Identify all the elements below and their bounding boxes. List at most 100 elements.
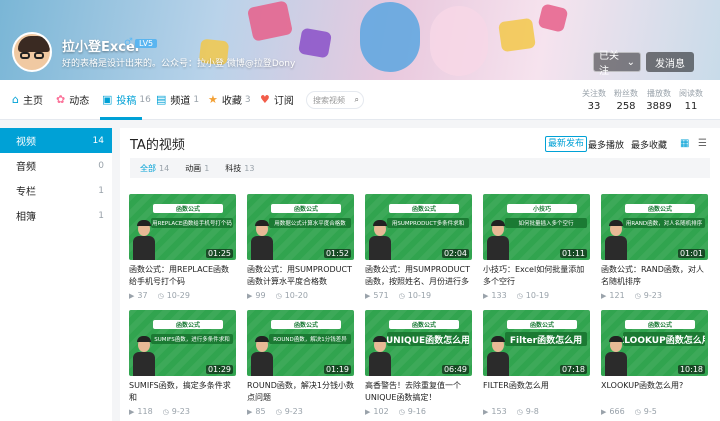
video-card[interactable]: 函数公式 SUMIFS函数，进行多条件求和 01:29 SUMIFS函数，搞定多条件求… xyxy=(129,310,236,416)
video-card[interactable]: 函数公式 用RAND函数，对人名随机排序 01:01 函数公式：RAND函数，对人名随… xyxy=(601,194,708,300)
video-title[interactable]: SUMIFS函数，搞定多条件求和 xyxy=(129,380,236,404)
clock-icon: ◷ xyxy=(398,291,405,300)
filter-all[interactable]: 全部 14 xyxy=(140,163,169,174)
video-duration: 01:29 xyxy=(205,365,233,374)
video-thumbnail[interactable]: 函数公式 SUMIFS函数，进行多条件求和 01:29 xyxy=(129,310,236,376)
follow-button[interactable]: 已关注 ⌄ xyxy=(593,51,641,77)
sort-most-favorited[interactable]: 最多收藏 xyxy=(631,138,667,151)
follow-button-label: 已关注 xyxy=(599,51,619,77)
sidebar-item-count: 1 xyxy=(98,210,104,221)
play-count: 121 xyxy=(609,291,625,300)
sidebar-item-articles[interactable]: 专栏 1 xyxy=(0,178,112,203)
video-thumbnail[interactable]: 小技巧 如何批量插入多个空行 01:11 xyxy=(483,194,590,260)
stat-value: 11 xyxy=(684,101,698,112)
filter-tech[interactable]: 科技 13 xyxy=(225,163,254,174)
tab-home[interactable]: ⌂ 主页 xyxy=(12,92,43,107)
clock-icon: ◷ xyxy=(516,407,523,416)
tab-videos[interactable]: ▣ 投稿 16 xyxy=(102,92,151,107)
video-title[interactable]: XLOOKUP函数怎么用? xyxy=(601,380,708,404)
thumbnail-tag: 函数公式 xyxy=(271,204,341,213)
thumbnail-tag: 函数公式 xyxy=(153,320,223,329)
video-thumbnail[interactable]: 函数公式 用REPLACE函数给手机号打个码 01:25 xyxy=(129,194,236,260)
avatar[interactable] xyxy=(12,32,52,72)
video-title[interactable]: FILTER函数怎么用 xyxy=(483,380,590,404)
sort-newest[interactable]: 最新发布 xyxy=(545,136,588,152)
tab-favorites[interactable]: ★ 收藏 3 xyxy=(208,92,251,107)
sidebar-item-count: 1 xyxy=(98,185,104,196)
grid-view-icon[interactable]: ▦ xyxy=(680,138,689,149)
play-count-icon: ▶ xyxy=(365,407,371,416)
video-thumbnail[interactable]: 函数公式 XLOOKUP函数怎么用 10:18 xyxy=(601,310,708,376)
video-card[interactable]: 函数公式 UNIQUE函数怎么用 06:49 高香警告！去除重复值一个UNIQUE函数… xyxy=(365,310,472,416)
video-card[interactable]: 函数公式 ROUND函数，解决1分钱差异 01:19 ROUND函数，解决1分钱小数点… xyxy=(247,310,354,416)
video-title[interactable]: 小技巧：Excel如何批量添加多个空行 xyxy=(483,264,590,288)
video-thumbnail[interactable]: 函数公式 UNIQUE函数怎么用 06:49 xyxy=(365,310,472,376)
video-thumbnail[interactable]: 函数公式 用RAND函数，对人名随机排序 01:01 xyxy=(601,194,708,260)
presenter-figure xyxy=(369,218,391,260)
video-title[interactable]: 函数公式：用SUMPRODUCT函数，按照姓名、月份进行多条件求 xyxy=(365,264,472,288)
stat-plays: 播放数 3889 xyxy=(642,88,676,112)
category-filter: 全部 14 动画 1 科技 13 xyxy=(130,158,710,178)
stat-following[interactable]: 关注数 33 xyxy=(577,88,611,112)
profile-nav: ⌂ 主页 ✿ 动态 ▣ 投稿 16 ▤ 频道 1 ★ 收藏 3 ♥ 订阅 搜索视… xyxy=(0,80,720,120)
tab-channels[interactable]: ▤ 频道 1 xyxy=(156,92,199,107)
play-count: 37 xyxy=(137,291,148,300)
thumbnail-banner: 用SUMPRODUCT多条件求和 xyxy=(387,218,469,228)
publish-date: 9-16 xyxy=(407,407,426,416)
clock-icon: ◷ xyxy=(275,291,282,300)
thumbnail-banner: 用REPLACE函数给手机号打个码 xyxy=(151,218,233,228)
sidebar-item-label: 视频 xyxy=(16,137,36,148)
video-card[interactable]: 函数公式 XLOOKUP函数怎么用 10:18 XLOOKUP函数怎么用? ▶666 ◷9… xyxy=(601,310,708,416)
stat-label: 阅读数 xyxy=(679,89,703,98)
publish-date: 9-23 xyxy=(643,291,662,300)
publish-date: 10-29 xyxy=(166,291,190,300)
filter-animation[interactable]: 动画 1 xyxy=(185,163,209,174)
video-title[interactable]: 函数公式：用SUMPRODUCT函数计算水平度合格数 xyxy=(247,264,354,288)
tab-label: 订阅 xyxy=(273,96,294,107)
video-thumbnail[interactable]: 函数公式 用SUMPRODUCT多条件求和 02:04 xyxy=(365,194,472,260)
sidebar-item-label: 音频 xyxy=(16,162,36,173)
tab-subscriptions[interactable]: ♥ 订阅 xyxy=(260,92,294,107)
presenter-figure xyxy=(251,218,273,260)
message-button[interactable]: 发消息 xyxy=(646,52,694,72)
thumbnail-tag: 函数公式 xyxy=(625,320,695,329)
stat-followers[interactable]: 粉丝数 258 xyxy=(609,88,643,112)
presenter-figure xyxy=(133,334,155,376)
stat-value: 258 xyxy=(616,101,636,112)
video-thumbnail[interactable]: 函数公式 用数据公式计算水平度合格数 01:52 xyxy=(247,194,354,260)
sidebar-item-albums[interactable]: 相簿 1 xyxy=(0,203,112,228)
video-title[interactable]: ROUND函数，解决1分钱小数点问题 xyxy=(247,380,354,404)
sort-most-played[interactable]: 最多播放 xyxy=(588,138,624,151)
sidebar-item-label: 专栏 xyxy=(16,187,36,198)
list-view-icon[interactable]: ☰ xyxy=(698,138,707,149)
active-tab-indicator xyxy=(100,117,142,120)
search-input[interactable]: 搜索视频 ⌕ xyxy=(306,91,364,109)
play-count: 153 xyxy=(491,407,507,416)
video-title[interactable]: 函数公式：用REPLACE函数给手机号打个码 xyxy=(129,264,236,288)
play-count-icon: ▶ xyxy=(365,291,371,300)
video-meta: ▶ 85 ◷ 9-23 xyxy=(247,407,354,416)
star-icon: ★ xyxy=(208,93,218,106)
thumbnail-banner: SUMIFS函数，进行多条件求和 xyxy=(151,334,233,344)
sidebar-item-video[interactable]: 视频 14 xyxy=(0,128,112,153)
video-card[interactable]: 函数公式 用数据公式计算水平度合格数 01:52 函数公式：用SUMPRODUCT函数… xyxy=(247,194,354,300)
clock-icon: ◷ xyxy=(398,407,405,416)
publish-date: 9-23 xyxy=(171,407,190,416)
video-meta: ▶ 133 ◷ 10-19 xyxy=(483,291,590,300)
video-meta: ▶ 102 ◷ 9-16 xyxy=(365,407,472,416)
tab-activity[interactable]: ✿ 动态 xyxy=(56,92,89,107)
sidebar-item-audio[interactable]: 音频 0 xyxy=(0,153,112,178)
video-title[interactable]: 高香警告！去除重复值一个UNIQUE函数搞定！ xyxy=(365,380,472,404)
video-thumbnail[interactable]: 函数公式 ROUND函数，解决1分钱差异 01:19 xyxy=(247,310,354,376)
sidebar-item-count: 14 xyxy=(92,135,104,146)
video-card[interactable]: 小技巧 如何批量插入多个空行 01:11 小技巧：Excel如何批量添加多个空行 ▶ 13… xyxy=(483,194,590,300)
video-thumbnail[interactable]: 函数公式 Filter函数怎么用 07:18 xyxy=(483,310,590,376)
video-duration: 01:11 xyxy=(559,249,587,258)
publish-date: 10-19 xyxy=(525,291,550,300)
video-card[interactable]: 函数公式 用SUMPRODUCT多条件求和 02:04 函数公式：用SUMPRODUC… xyxy=(365,194,472,300)
video-card[interactable]: 函数公式 Filter函数怎么用 07:18 FILTER函数怎么用 ▶ 153 ◷ 9-8 xyxy=(483,310,590,416)
publish-date: 9-8 xyxy=(525,407,539,416)
video-card[interactable]: 函数公式 用REPLACE函数给手机号打个码 01:25 函数公式：用REPLACE函… xyxy=(129,194,236,300)
video-title[interactable]: 函数公式：RAND函数，对人名随机排序 xyxy=(601,264,708,288)
thumbnail-banner: ROUND函数，解决1分钱差异 xyxy=(269,334,351,344)
